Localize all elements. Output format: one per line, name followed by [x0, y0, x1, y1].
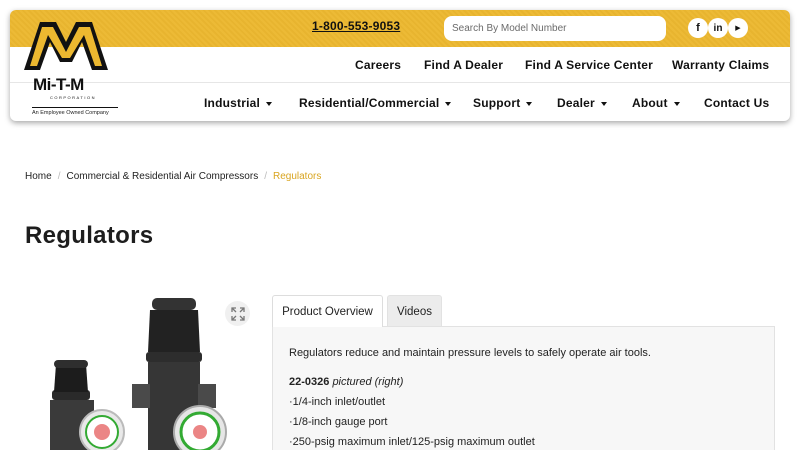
brand-logo[interactable]: Mi-T-M CORPORATION An Employee Owned Com…	[20, 18, 118, 118]
tab-product-overview[interactable]: Product Overview	[272, 295, 383, 327]
tab-panel-overview	[272, 326, 775, 450]
nav-dealer-label: Dealer	[557, 96, 595, 110]
nav-industrial[interactable]: Industrial	[204, 96, 273, 110]
nav-careers[interactable]: Careers	[355, 58, 401, 72]
nav-warranty-claims[interactable]: Warranty Claims	[672, 58, 769, 72]
nav-residential-commercial[interactable]: Residential/Commercial	[299, 96, 452, 110]
logo-mark-icon	[24, 22, 108, 70]
overview-intro: Regulators reduce and maintain pressure …	[289, 347, 651, 359]
spec-item: ·250-psig maximum inlet/125-psig maximum…	[289, 436, 535, 448]
nav-industrial-label: Industrial	[204, 96, 261, 110]
page-title: Regulators	[25, 222, 154, 249]
secondary-nav: Careers Find A Dealer Find A Service Cen…	[10, 47, 790, 83]
chevron-down-icon	[526, 101, 533, 106]
expand-icon	[230, 306, 245, 321]
site-header: 1-800-553-9053 f in ▶ Careers Find A Dea…	[10, 10, 790, 121]
youtube-icon[interactable]: ▶	[728, 18, 748, 38]
breadcrumb-home[interactable]: Home	[25, 171, 52, 182]
phone-link[interactable]: 1-800-553-9053	[312, 19, 400, 33]
logo-subtitle: CORPORATION	[50, 95, 96, 100]
breadcrumb-separator: /	[57, 171, 61, 182]
nav-about[interactable]: About	[632, 96, 680, 110]
chevron-down-icon	[673, 101, 680, 106]
spec-item: ·1/4-inch inlet/outlet	[289, 396, 385, 408]
top-utility-bar: 1-800-553-9053 f in ▶	[10, 10, 790, 47]
youtube-glyph: ▶	[735, 25, 741, 32]
facebook-icon[interactable]: f	[688, 18, 708, 38]
nav-support[interactable]: Support	[473, 96, 533, 110]
nav-dealer[interactable]: Dealer	[557, 96, 607, 110]
linkedin-glyph: in	[713, 22, 723, 34]
tab-videos[interactable]: Videos	[387, 295, 442, 327]
linkedin-icon[interactable]: in	[708, 18, 728, 38]
zoom-expand-icon[interactable]	[225, 301, 250, 326]
search-input[interactable]	[444, 16, 666, 41]
breadcrumb-current: Regulators	[272, 171, 322, 182]
nav-contact-us[interactable]: Contact Us	[704, 96, 769, 110]
logo-tagline: An Employee Owned Company	[32, 107, 118, 116]
nav-find-a-service-center[interactable]: Find A Service Center	[525, 58, 653, 72]
breadcrumb: Home / Commercial & Residential Air Compre…	[25, 171, 321, 182]
spec-item: ·1/8-inch gauge port	[289, 416, 388, 428]
nav-support-label: Support	[473, 96, 521, 110]
facebook-glyph: f	[696, 22, 700, 34]
chevron-down-icon	[600, 101, 607, 106]
nav-find-a-dealer[interactable]: Find A Dealer	[424, 58, 503, 72]
main-nav: Industrial Residential/Commercial Suppor…	[10, 84, 790, 121]
chevron-down-icon	[266, 101, 273, 106]
nav-residential-label: Residential/Commercial	[299, 96, 440, 110]
model-note: pictured (right)	[332, 376, 404, 388]
model-number: 22-0326	[289, 376, 330, 388]
nav-about-label: About	[632, 96, 668, 110]
logo-wordmark: Mi-T-M	[33, 75, 84, 94]
breadcrumb-separator: /	[264, 171, 267, 182]
model-line: 22-0326 pictured (right)	[289, 376, 403, 388]
chevron-down-icon	[445, 101, 452, 106]
breadcrumb-category[interactable]: Commercial & Residential Air Compressors	[66, 171, 258, 182]
